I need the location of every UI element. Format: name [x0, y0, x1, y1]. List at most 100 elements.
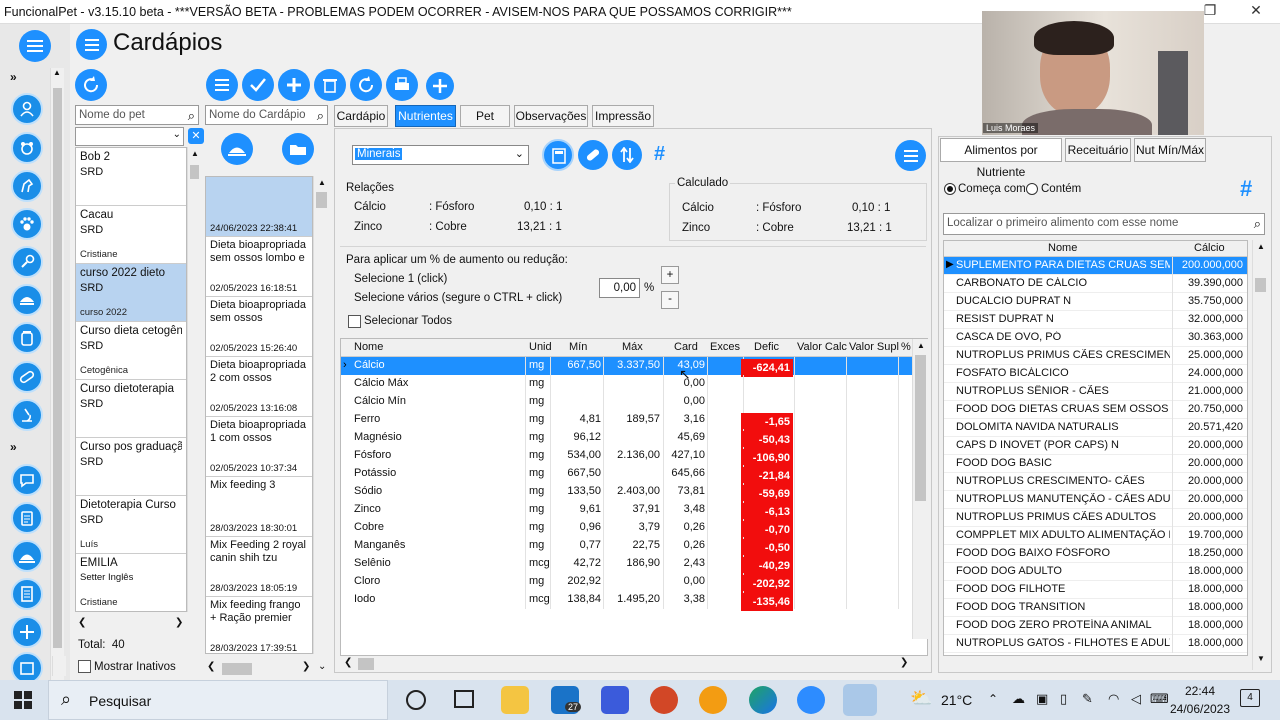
table-row[interactable]: Sódio mg 133,50 2.403,00 73,81 -59,69	[341, 483, 927, 503]
nav-dog-icon[interactable]	[11, 132, 43, 164]
delete-button[interactable]	[314, 69, 346, 101]
table-row[interactable]: Magnésio mg 96,12 45,69 -50,43	[341, 429, 927, 449]
list-item[interactable]: Curso pos graduação SRD	[76, 438, 186, 496]
col-unid[interactable]: Unid	[529, 341, 552, 353]
table-row[interactable]: FOOD DOG BASIC 20.000,000	[944, 455, 1247, 473]
table-row[interactable]: FOSFATO BICÁLCICO 24.000,000	[944, 365, 1247, 383]
list-item[interactable]: curso 2022 dieto SRD curso 2022	[76, 264, 186, 322]
table-row[interactable]: DOLOMITA NAVIDA NATURALIS 20.571,420	[944, 419, 1247, 437]
close-icon[interactable]: ✕	[1242, 2, 1270, 19]
list-item[interactable]: Mix feeding frango + Ração premier 28/03/…	[206, 597, 312, 653]
collapse-down-icon[interactable]: »	[10, 440, 17, 454]
table-row[interactable]: FOOD DOG TRANSITION 18.000,000	[944, 599, 1247, 617]
table-row[interactable]: COMPPLET MIX ADULTO ALIMENTAÇÃO NATURAL 1…	[944, 527, 1247, 545]
active-app-icon[interactable]	[843, 684, 877, 716]
nav-stethoscope-icon[interactable]	[11, 246, 43, 278]
scroll-left-icon[interactable]: ❮	[344, 657, 352, 668]
nav-paw-icon[interactable]	[11, 208, 43, 240]
list-item[interactable]: Dieta bioapropriada sem ossos 02/05/2023 …	[206, 297, 312, 357]
pet-list-scrollbar[interactable]: ▲	[187, 147, 201, 612]
table-row[interactable]: Potássio mg 667,50 645,66 -21,84	[341, 465, 927, 485]
table-row[interactable]: Ferro mg 4,81 189,57 3,16 -1,65	[341, 411, 927, 431]
page-menu-button[interactable]	[76, 29, 107, 60]
nav-document-icon[interactable]	[11, 578, 43, 610]
sort-arrows-button[interactable]	[612, 140, 642, 170]
table-row[interactable]: Selênio mcg 42,72 186,90 2,43 -40,29	[341, 555, 927, 575]
table-row[interactable]: ▶SUPLEMENTO PARA DIETAS CRUAS SEM OSSOS 2…	[944, 257, 1247, 275]
col-defic[interactable]: Defic	[754, 341, 779, 353]
clear-filter-icon[interactable]: ✕	[188, 128, 204, 144]
nav-person-icon[interactable]	[11, 93, 43, 125]
nav-cloche-icon[interactable]	[11, 540, 43, 572]
table-row[interactable]: NUTROPLUS MANUTENÇÃO - CÃES ADULTOS 20.00…	[944, 491, 1247, 509]
menu-hscroll-thumb[interactable]	[222, 663, 252, 675]
list-item[interactable]: EMÍLIA Setter Inglês Cristiane	[76, 554, 186, 611]
file-explorer-icon[interactable]	[501, 686, 529, 714]
table-row[interactable]: NUTROPLUS PRIMUS CÃES CRESCIMENTO 25.000,…	[944, 347, 1247, 365]
menu-search-input[interactable]: Nome do Cardápio ⌕	[205, 105, 328, 125]
search-icon[interactable]: ⌕	[1254, 216, 1261, 232]
chevron-down-icon[interactable]: ⌄	[318, 661, 326, 672]
tab-receituario[interactable]: Receituário	[1065, 138, 1131, 162]
tab-nutrientes[interactable]: Nutrientes	[395, 105, 456, 127]
pet-filter-combo[interactable]: ⌄	[75, 127, 184, 146]
col-max[interactable]: Máx	[622, 341, 643, 353]
list-item[interactable]: Bob 2 SRD	[76, 148, 186, 206]
table-row[interactable]: › Cálcio mg 667,50 3.337,50 43,09 -624,41	[341, 357, 927, 377]
language-icon[interactable]: ⌨	[1150, 691, 1169, 707]
confirm-button[interactable]	[242, 69, 274, 101]
pill-button[interactable]	[578, 140, 608, 170]
col-food-name[interactable]: Nome	[1048, 242, 1077, 254]
powerpoint-icon[interactable]	[650, 686, 678, 714]
food-search-input[interactable]: Localizar o primeiro alimento com esse n…	[943, 213, 1265, 235]
tab-foods-by-nutrient[interactable]: Alimentos por Nutriente	[940, 138, 1062, 179]
print-button[interactable]	[386, 69, 418, 101]
sparkle-add-button[interactable]	[426, 72, 454, 100]
list-item[interactable]: 24/06/2023 22:38:41	[206, 177, 312, 237]
tab-observacoes[interactable]: Observações	[514, 105, 588, 127]
tab-impressao[interactable]: Impressão	[592, 105, 654, 127]
cortana-icon[interactable]	[406, 690, 426, 710]
mail-icon[interactable]: 27	[551, 686, 582, 714]
pen-icon[interactable]: ✎	[1082, 691, 1093, 707]
list-item[interactable]: Curso dieta cetogênica SRD Cetogênica	[76, 322, 186, 380]
table-row[interactable]: Iodo mcg 138,84 1.495,20 3,38 -135,46	[341, 591, 927, 611]
clock-time[interactable]: 22:44	[1170, 684, 1230, 698]
nav-chat-icon[interactable]	[11, 464, 43, 496]
scroll-right-icon[interactable]: ❯	[900, 657, 908, 668]
col-valor-calc[interactable]: Valor Calc	[797, 341, 847, 353]
list-item[interactable]: Dieta bioapropriada 1 com ossos 02/05/202…	[206, 417, 312, 477]
table-row[interactable]: FOOD DOG DIETAS CRUAS SEM OSSOS 20.750,00…	[944, 401, 1247, 419]
cloche-button[interactable]	[221, 133, 253, 165]
col-nome[interactable]: Nome	[354, 341, 383, 353]
tab-pet[interactable]: Pet	[460, 105, 510, 127]
table-row[interactable]: Cálcio Mín mg 0,00	[341, 393, 927, 411]
battery-icon[interactable]: ▯	[1060, 691, 1067, 707]
add-button[interactable]	[278, 69, 310, 101]
list-item[interactable]: Cacau SRD Cristiane	[76, 206, 186, 264]
nav-food-bowl-icon[interactable]	[11, 284, 43, 316]
scroll-left-icon[interactable]: ❮	[78, 617, 86, 628]
nav-pill-icon[interactable]	[11, 361, 43, 393]
volume-icon[interactable]: ◁	[1131, 691, 1141, 707]
table-row[interactable]: DUCALCIO DUPRAT N 35.750,000	[944, 293, 1247, 311]
collapse-up-icon[interactable]: »	[10, 70, 17, 84]
open-folder-button[interactable]	[282, 133, 314, 165]
table-row[interactable]: NUTROPLUS SÊNIOR - CÃES 21.000,000	[944, 383, 1247, 401]
nutrients-hscroll-thumb[interactable]	[358, 658, 374, 670]
list-item[interactable]: Mix feeding 3 28/03/2023 18:30:01	[206, 477, 312, 537]
table-row[interactable]: Manganês mg 0,77 22,75 0,26 -0,50	[341, 537, 927, 557]
table-row[interactable]: CARBONATO DE CÁLCIO 39.390,000	[944, 275, 1247, 293]
category-select[interactable]: Minerais ⌄	[352, 145, 529, 165]
nav-horse-icon[interactable]	[11, 170, 43, 202]
table-row[interactable]: CAPS D INOVET (POR CAPS) N 20.000,000	[944, 437, 1247, 455]
app-icon[interactable]	[601, 686, 629, 714]
edge-icon[interactable]	[749, 686, 777, 714]
decrease-button[interactable]: -	[661, 291, 679, 309]
funcionalpet-icon[interactable]	[699, 686, 727, 714]
table-row[interactable]: Cobre mg 0,96 3,79 0,26 -0,70	[341, 519, 927, 539]
grid-hash-icon[interactable]: #	[654, 143, 665, 166]
table-row[interactable]: NUTROPLUS CRESCIMENTO- CÃES 20.000,000	[944, 473, 1247, 491]
menu-list-scrollbar[interactable]: ▲	[313, 176, 329, 654]
list-item[interactable]: Dieta bioapropriada 2 com ossos 02/05/202…	[206, 357, 312, 417]
